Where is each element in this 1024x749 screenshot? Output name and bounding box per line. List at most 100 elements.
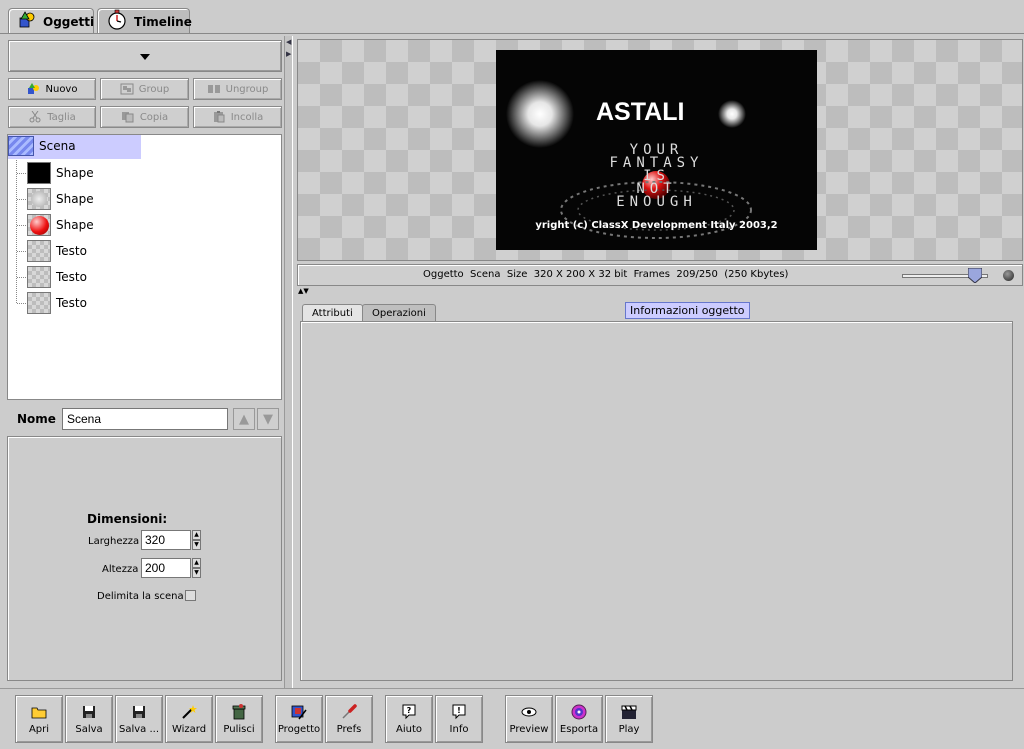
tab-operazioni[interactable]: Operazioni [362, 304, 436, 321]
info-button-label: Info [449, 723, 469, 735]
ungroup-button[interactable]: Ungroup [193, 78, 282, 100]
help-icon: ? [401, 704, 417, 720]
cut-button[interactable]: Taglia [8, 106, 96, 128]
objects-icon [17, 10, 37, 33]
info-icon: ! [451, 704, 467, 720]
tree-connector [17, 173, 27, 174]
tree-item-label: Shape [56, 166, 94, 180]
wizard-button[interactable]: Wizard [165, 695, 213, 743]
magic-wand-icon [181, 704, 197, 720]
height-stepper[interactable]: ▲ ▼ [192, 558, 201, 578]
status-text: Oggetto Scena Size 320 X 200 X 32 bit Fr… [423, 269, 789, 280]
tree-item-label: Shape [56, 192, 94, 206]
width-stepper[interactable]: ▲ ▼ [192, 530, 201, 550]
canvas-title: ASTALI [596, 98, 685, 126]
move-down-button[interactable]: ▼ [257, 408, 279, 430]
collapse-left-icon[interactable]: ◀ [286, 38, 291, 46]
ungroup-button-label: Ungroup [225, 83, 269, 95]
text-thumbnail [27, 266, 51, 288]
info-button[interactable]: ! Info [435, 695, 483, 743]
export-button[interactable]: Esporta [555, 695, 603, 743]
tree-connector [17, 303, 27, 304]
open-button[interactable]: Apri [15, 695, 63, 743]
zoom-slider-thumb[interactable] [967, 267, 983, 284]
collapse-right-icon[interactable]: ▶ [286, 50, 291, 58]
scene-icon [8, 136, 34, 156]
tree-item-scena[interactable]: Scena [8, 136, 76, 156]
tree-connector [16, 160, 17, 304]
status-bar: Oggetto Scena Size 320 X 200 X 32 bit Fr… [297, 264, 1023, 286]
tab-timeline[interactable]: Timeline [97, 8, 192, 34]
project-button-label: Progetto [277, 723, 321, 735]
triangle-up-icon: ▲ [239, 411, 249, 427]
copy-button[interactable]: Copia [100, 106, 189, 128]
play-button[interactable]: Play [605, 695, 653, 743]
tab-attributi[interactable]: Attributi [302, 304, 363, 321]
new-object-icon [27, 83, 41, 95]
tree-item-shape-ball[interactable]: Shape [27, 214, 94, 236]
save-as-button-label: Salva ... [118, 723, 159, 735]
name-label: Nome [17, 412, 56, 426]
help-button-label: Aiuto [396, 723, 422, 735]
width-label: Larghezza [88, 536, 140, 547]
open-button-label: Apri [28, 723, 50, 735]
save-as-button[interactable]: Salva ... [115, 695, 163, 743]
height-input[interactable] [141, 558, 191, 578]
bound-scene-checkbox[interactable] [185, 590, 196, 601]
canvas-line-enough: ENOUGH [616, 194, 697, 210]
dimensions-title: Dimensioni: [87, 512, 168, 526]
spin-up-icon[interactable]: ▲ [192, 530, 201, 540]
play-button-label: Play [618, 723, 640, 735]
text-thumbnail [27, 292, 51, 314]
wizard-button-label: Wizard [171, 723, 207, 735]
preview-button[interactable]: Preview [505, 695, 553, 743]
group-button[interactable]: Group [100, 78, 189, 100]
object-type-dropdown[interactable] [8, 40, 282, 72]
shape-thumbnail [27, 214, 51, 236]
tree-item-text-3[interactable]: Testo [27, 292, 87, 314]
prefs-button[interactable]: Prefs [325, 695, 373, 743]
collapse-up-icon[interactable]: ▲▼ [298, 287, 309, 295]
zoom-icon[interactable] [1003, 270, 1014, 281]
tab-oggetti-label: Oggetti [43, 14, 95, 29]
tree-connector [17, 225, 27, 226]
object-info-label: Informazioni oggetto [625, 302, 750, 319]
clapperboard-icon [621, 704, 637, 720]
move-up-button[interactable]: ▲ [233, 408, 255, 430]
floppy-icon [81, 704, 97, 720]
height-label: Altezza [102, 564, 139, 575]
svg-text:!: ! [457, 706, 461, 715]
chevron-down-icon [140, 50, 150, 63]
tree-connector [17, 277, 27, 278]
scene-canvas[interactable]: ASTALI YOUR FANTASY IS NOT ENOUGH yright… [496, 50, 817, 250]
spin-down-icon[interactable]: ▼ [192, 540, 201, 550]
tree-item-text-1[interactable]: Testo [27, 240, 87, 262]
paste-button[interactable]: Incolla [193, 106, 282, 128]
eye-icon [521, 704, 537, 720]
floppy-icon [131, 704, 147, 720]
paste-button-label: Incolla [230, 111, 264, 123]
spin-up-icon[interactable]: ▲ [192, 558, 201, 568]
spin-down-icon[interactable]: ▼ [192, 568, 201, 578]
name-input[interactable] [62, 408, 228, 430]
tree-connector [17, 199, 27, 200]
clean-button[interactable]: Pulisci [215, 695, 263, 743]
new-button[interactable]: Nuovo [8, 78, 96, 100]
attributes-panel [300, 321, 1013, 681]
tree-item-shape-black[interactable]: Shape [27, 162, 94, 184]
help-button[interactable]: ? Aiuto [385, 695, 433, 743]
tab-divider [0, 33, 1024, 34]
tree-item-shape-circle[interactable]: Shape [27, 188, 94, 210]
group-icon [120, 83, 134, 95]
project-button[interactable]: Progetto [275, 695, 323, 743]
project-icon [291, 704, 307, 720]
tab-oggetti[interactable]: Oggetti [8, 8, 94, 34]
splitter[interactable] [284, 36, 293, 688]
tab-timeline-label: Timeline [134, 14, 192, 29]
save-button[interactable]: Salva [65, 695, 113, 743]
tab-operazioni-label: Operazioni [372, 307, 426, 319]
tree-item-label: Testo [56, 270, 87, 284]
tree-item-text-2[interactable]: Testo [27, 266, 87, 288]
width-input[interactable] [141, 530, 191, 550]
new-button-label: Nuovo [45, 83, 78, 95]
